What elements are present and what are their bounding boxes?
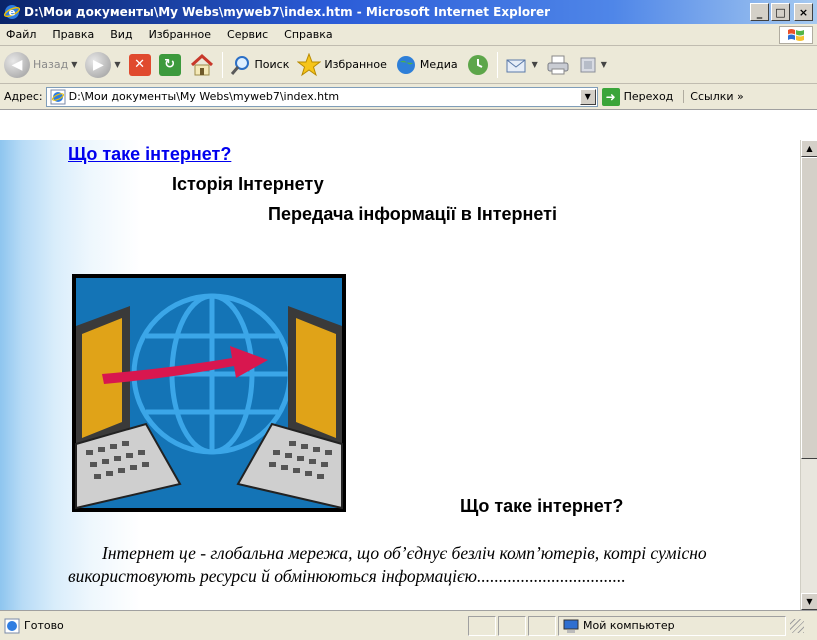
vertical-scrollbar[interactable]: ▲ ▼: [800, 140, 817, 610]
go-button[interactable]: ➜ Переход: [601, 87, 674, 106]
history-heading: Історія Інтернету: [172, 174, 324, 194]
page-icon: [50, 89, 66, 104]
go-label: Переход: [623, 90, 674, 103]
page-content: Що таке інтернет? Історія Інтернету Пере…: [0, 140, 800, 610]
chevron-down-icon: ▼: [531, 60, 538, 69]
scroll-down-button[interactable]: ▼: [801, 593, 817, 610]
address-dropdown-button[interactable]: ▼: [579, 88, 596, 105]
close-button[interactable]: ×: [794, 3, 813, 21]
menu-view[interactable]: Вид: [102, 28, 140, 41]
printer-icon: [547, 55, 569, 74]
chevron-down-icon: ▼: [600, 60, 607, 69]
menu-file[interactable]: Файл: [0, 28, 44, 41]
address-input[interactable]: D:\Мои документы\My Webs\myweb7\index.ht…: [45, 86, 598, 107]
star-icon: [297, 52, 322, 76]
back-arrow-icon: ◀: [4, 51, 30, 78]
data-transfer-heading: Передача інформації в Інтернеті: [268, 204, 557, 224]
address-value: D:\Мои документы\My Webs\myweb7\index.ht…: [68, 90, 340, 103]
menu-tools[interactable]: Сервис: [219, 28, 276, 41]
status-bar: Готово Мой компьютер: [0, 610, 817, 640]
window-title: D:\Мои документы\My Webs\myweb7\index.ht…: [24, 5, 551, 19]
forward-arrow-icon: ▶: [85, 51, 112, 78]
section-heading: Що таке інтернет?: [460, 496, 624, 516]
resize-grip[interactable]: [790, 618, 804, 633]
mail-icon: [506, 59, 526, 72]
intro-paragraph-text: Інтернет це - глобальна мережа, що об’єд…: [68, 543, 707, 586]
address-label: Адрес:: [4, 90, 43, 103]
media-label: Медиа: [419, 58, 458, 71]
title-bar: e D:\Мои документы\My Webs\myweb7\index.…: [0, 0, 817, 24]
toolbar-separator: [221, 51, 223, 78]
history-icon: [467, 54, 488, 75]
links-button[interactable]: Ссылки »: [683, 90, 744, 103]
page-done-icon: [4, 618, 20, 633]
status-pane: [498, 615, 526, 636]
menu-bar: Файл Правка Вид Избранное Сервис Справка: [0, 24, 817, 46]
windows-logo: [779, 26, 813, 44]
windows-flag-icon: [788, 29, 804, 41]
minimize-button[interactable]: _: [750, 3, 769, 21]
networked-computers-clipart: [72, 274, 346, 512]
menu-help[interactable]: Справка: [276, 28, 340, 41]
refresh-icon: ↻: [158, 53, 181, 76]
security-zone-label: Мой компьютер: [583, 619, 675, 632]
status-pane: [528, 615, 556, 636]
mail-button[interactable]: ▼: [501, 49, 542, 81]
maximize-button[interactable]: □: [771, 3, 790, 21]
internet-explorer-icon: e: [4, 5, 20, 19]
edit-button[interactable]: ▼: [574, 49, 611, 81]
chevron-down-icon: ▼: [71, 60, 78, 69]
chevron-down-icon: ▼: [806, 597, 813, 606]
search-label: Поиск: [254, 58, 290, 71]
what-is-internet-link[interactable]: Що таке інтернет?: [68, 144, 231, 165]
home-button[interactable]: [185, 49, 219, 81]
favorites-label: Избранное: [324, 58, 387, 71]
home-icon: [190, 53, 213, 75]
svg-text:e: e: [9, 8, 16, 19]
search-icon: [230, 55, 249, 75]
history-button[interactable]: [462, 49, 494, 81]
stop-icon: ✕: [128, 53, 151, 76]
chevron-down-icon: ▼: [114, 60, 121, 69]
my-computer-icon: [563, 619, 579, 633]
edit-page-icon: [580, 57, 596, 72]
back-label: Назад: [33, 58, 69, 71]
forward-button[interactable]: ▶ ▼: [81, 49, 124, 81]
chevron-up-icon: ▲: [806, 144, 813, 153]
standard-toolbar: ◀ Назад ▼ ▶ ▼ ✕ ↻ Поиск Избранное Медиа …: [0, 46, 817, 84]
status-pane: [468, 615, 496, 636]
scroll-thumb[interactable]: [801, 157, 817, 459]
media-button[interactable]: Медиа: [391, 49, 462, 81]
scroll-up-button[interactable]: ▲: [801, 140, 817, 157]
chevron-down-icon: ▼: [584, 92, 591, 101]
address-bar: Адрес: D:\Мои документы\My Webs\myweb7\i…: [0, 84, 817, 110]
status-text: Готово: [24, 619, 64, 632]
go-arrow-icon: ➜: [601, 87, 620, 106]
intro-paragraph: Інтернет це - глобальна мережа, що об’єд…: [68, 542, 798, 588]
stop-button[interactable]: ✕: [125, 49, 155, 81]
print-button[interactable]: [542, 49, 574, 81]
back-button[interactable]: ◀ Назад ▼: [0, 49, 81, 81]
media-globe-icon: [396, 55, 415, 74]
search-button[interactable]: Поиск: [226, 49, 294, 81]
security-zone: Мой компьютер: [558, 615, 786, 636]
toolbar-separator: [496, 51, 498, 78]
refresh-button[interactable]: ↻: [155, 49, 185, 81]
favorites-button[interactable]: Избранное: [293, 49, 390, 81]
menu-edit[interactable]: Правка: [44, 28, 102, 41]
menu-favorites[interactable]: Избранное: [141, 28, 219, 41]
